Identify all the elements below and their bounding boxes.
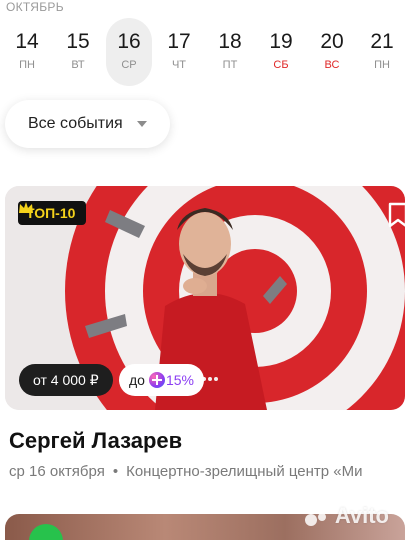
day-weekday: ЧТ (171, 59, 187, 71)
chevron-down-icon (136, 121, 147, 127)
avito-logo-icon (304, 505, 331, 527)
day-cell[interactable]: 14 ПН (4, 18, 50, 86)
day-number: 15 (66, 30, 90, 53)
day-weekday: ВС (324, 59, 340, 71)
day-cell[interactable]: 15 ВТ (55, 18, 101, 86)
bookmark-icon[interactable] (387, 202, 405, 228)
event-card-image[interactable]: ТОП-10 от 4 000 ₽ до 15% (5, 186, 405, 410)
day-cell[interactable]: 21 ПН (359, 18, 405, 86)
events-filter-button[interactable]: Все события (5, 100, 170, 148)
day-number: 19 (269, 30, 293, 53)
day-cell-selected[interactable]: 16 СР (106, 18, 152, 86)
separator-dot: • (112, 463, 119, 480)
event-venue: Концертно-зрелищный центр «Ми (126, 463, 363, 480)
day-weekday: ВТ (71, 59, 85, 71)
day-weekday: СБ (273, 59, 289, 71)
day-cell[interactable]: 20 ВС (309, 18, 355, 86)
top10-badge: ТОП-10 (18, 201, 87, 225)
day-cell[interactable]: 17 ЧТ (156, 18, 202, 86)
plus-cashback-badge: до 15% (119, 364, 204, 396)
events-filter-label: Все события (28, 115, 123, 132)
plus-icon (148, 372, 165, 388)
day-number: 18 (218, 30, 242, 53)
avito-watermark-label: Avito (334, 503, 389, 528)
day-cell[interactable]: 18 ПТ (207, 18, 253, 86)
date-strip: 14 ПН 15 ВТ 16 СР 17 ЧТ 18 ПТ 19 СБ 20 В… (0, 18, 405, 86)
event-date: ср 16 октября (9, 463, 105, 480)
day-number: 21 (370, 30, 394, 53)
avito-watermark: Avito (304, 503, 389, 529)
cashback-value: 15% (165, 372, 194, 388)
next-event-badge (29, 524, 63, 540)
day-weekday: ПН (374, 59, 390, 71)
day-weekday: ПН (19, 59, 35, 71)
day-weekday: СР (121, 59, 137, 71)
day-cell[interactable]: 19 СБ (258, 18, 304, 86)
day-number: 17 (167, 30, 191, 53)
price-badge: от 4 000 ₽ (19, 364, 113, 396)
day-number: 16 (117, 30, 141, 53)
day-number: 20 (320, 30, 344, 53)
day-weekday: ПТ (222, 59, 238, 71)
cashback-prefix: до (129, 372, 145, 388)
day-number: 14 (15, 30, 39, 53)
month-label: ОКТЯБРЬ (6, 0, 64, 14)
event-title[interactable]: Сергей Лазарев (9, 428, 182, 454)
event-meta: ср 16 октября • Концертно-зрелищный центр … (9, 463, 405, 480)
